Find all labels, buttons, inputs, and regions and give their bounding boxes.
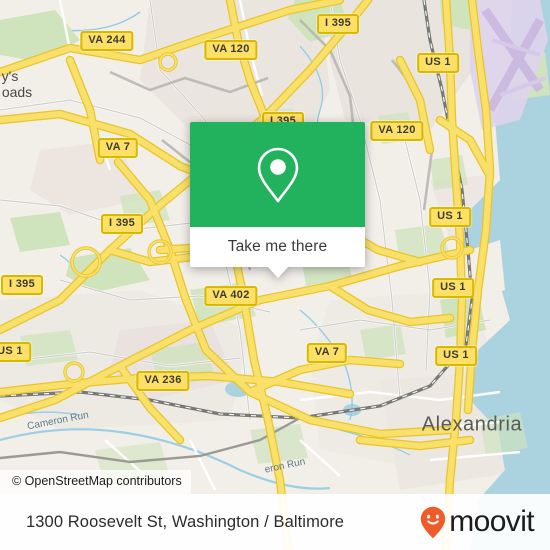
take-me-there-button[interactable]: Take me there bbox=[190, 227, 365, 278]
osm-attribution[interactable]: © OpenStreetMap contributors bbox=[0, 470, 191, 494]
road-shield: US 1 bbox=[435, 346, 477, 366]
road-shield: VA 7 bbox=[306, 343, 348, 363]
footer-bar: 1300 Roosevelt St, Washington / Baltimor… bbox=[0, 494, 550, 550]
road-shield: VA 7 bbox=[97, 138, 139, 158]
road-shield: I 395 bbox=[101, 214, 143, 234]
road-shield: I 395 bbox=[317, 14, 359, 34]
road-shield: VA 236 bbox=[136, 371, 190, 391]
callout-tail bbox=[266, 266, 289, 278]
road-shield: US 1 bbox=[417, 53, 459, 73]
road-shield: US 1 bbox=[429, 207, 471, 227]
map-pin-icon bbox=[257, 147, 298, 202]
moovit-logo[interactable]: moovit bbox=[420, 505, 535, 539]
address-label: 1300 Roosevelt St, Washington / Baltimor… bbox=[26, 512, 345, 531]
callout-pin-area bbox=[190, 122, 365, 227]
destination-callout[interactable]: Take me there bbox=[190, 122, 365, 278]
map-screenshot: VA 244 VA 120 I 395 US 1 VA 7 I 395 VA 120 I 39… bbox=[0, 0, 550, 550]
road-shield: US 1 bbox=[0, 342, 31, 362]
take-me-there-label: Take me there bbox=[227, 238, 328, 255]
moovit-smiley-pin-icon bbox=[421, 506, 446, 538]
road-shield: VA 402 bbox=[204, 286, 258, 306]
road-shield: I 395 bbox=[1, 275, 43, 295]
road-shield: US 1 bbox=[432, 278, 474, 298]
road-shield: VA 244 bbox=[80, 31, 134, 51]
road-shield: VA 120 bbox=[204, 40, 258, 60]
road-shield: VA 120 bbox=[370, 121, 424, 141]
moovit-wordmark: moovit bbox=[449, 505, 534, 538]
